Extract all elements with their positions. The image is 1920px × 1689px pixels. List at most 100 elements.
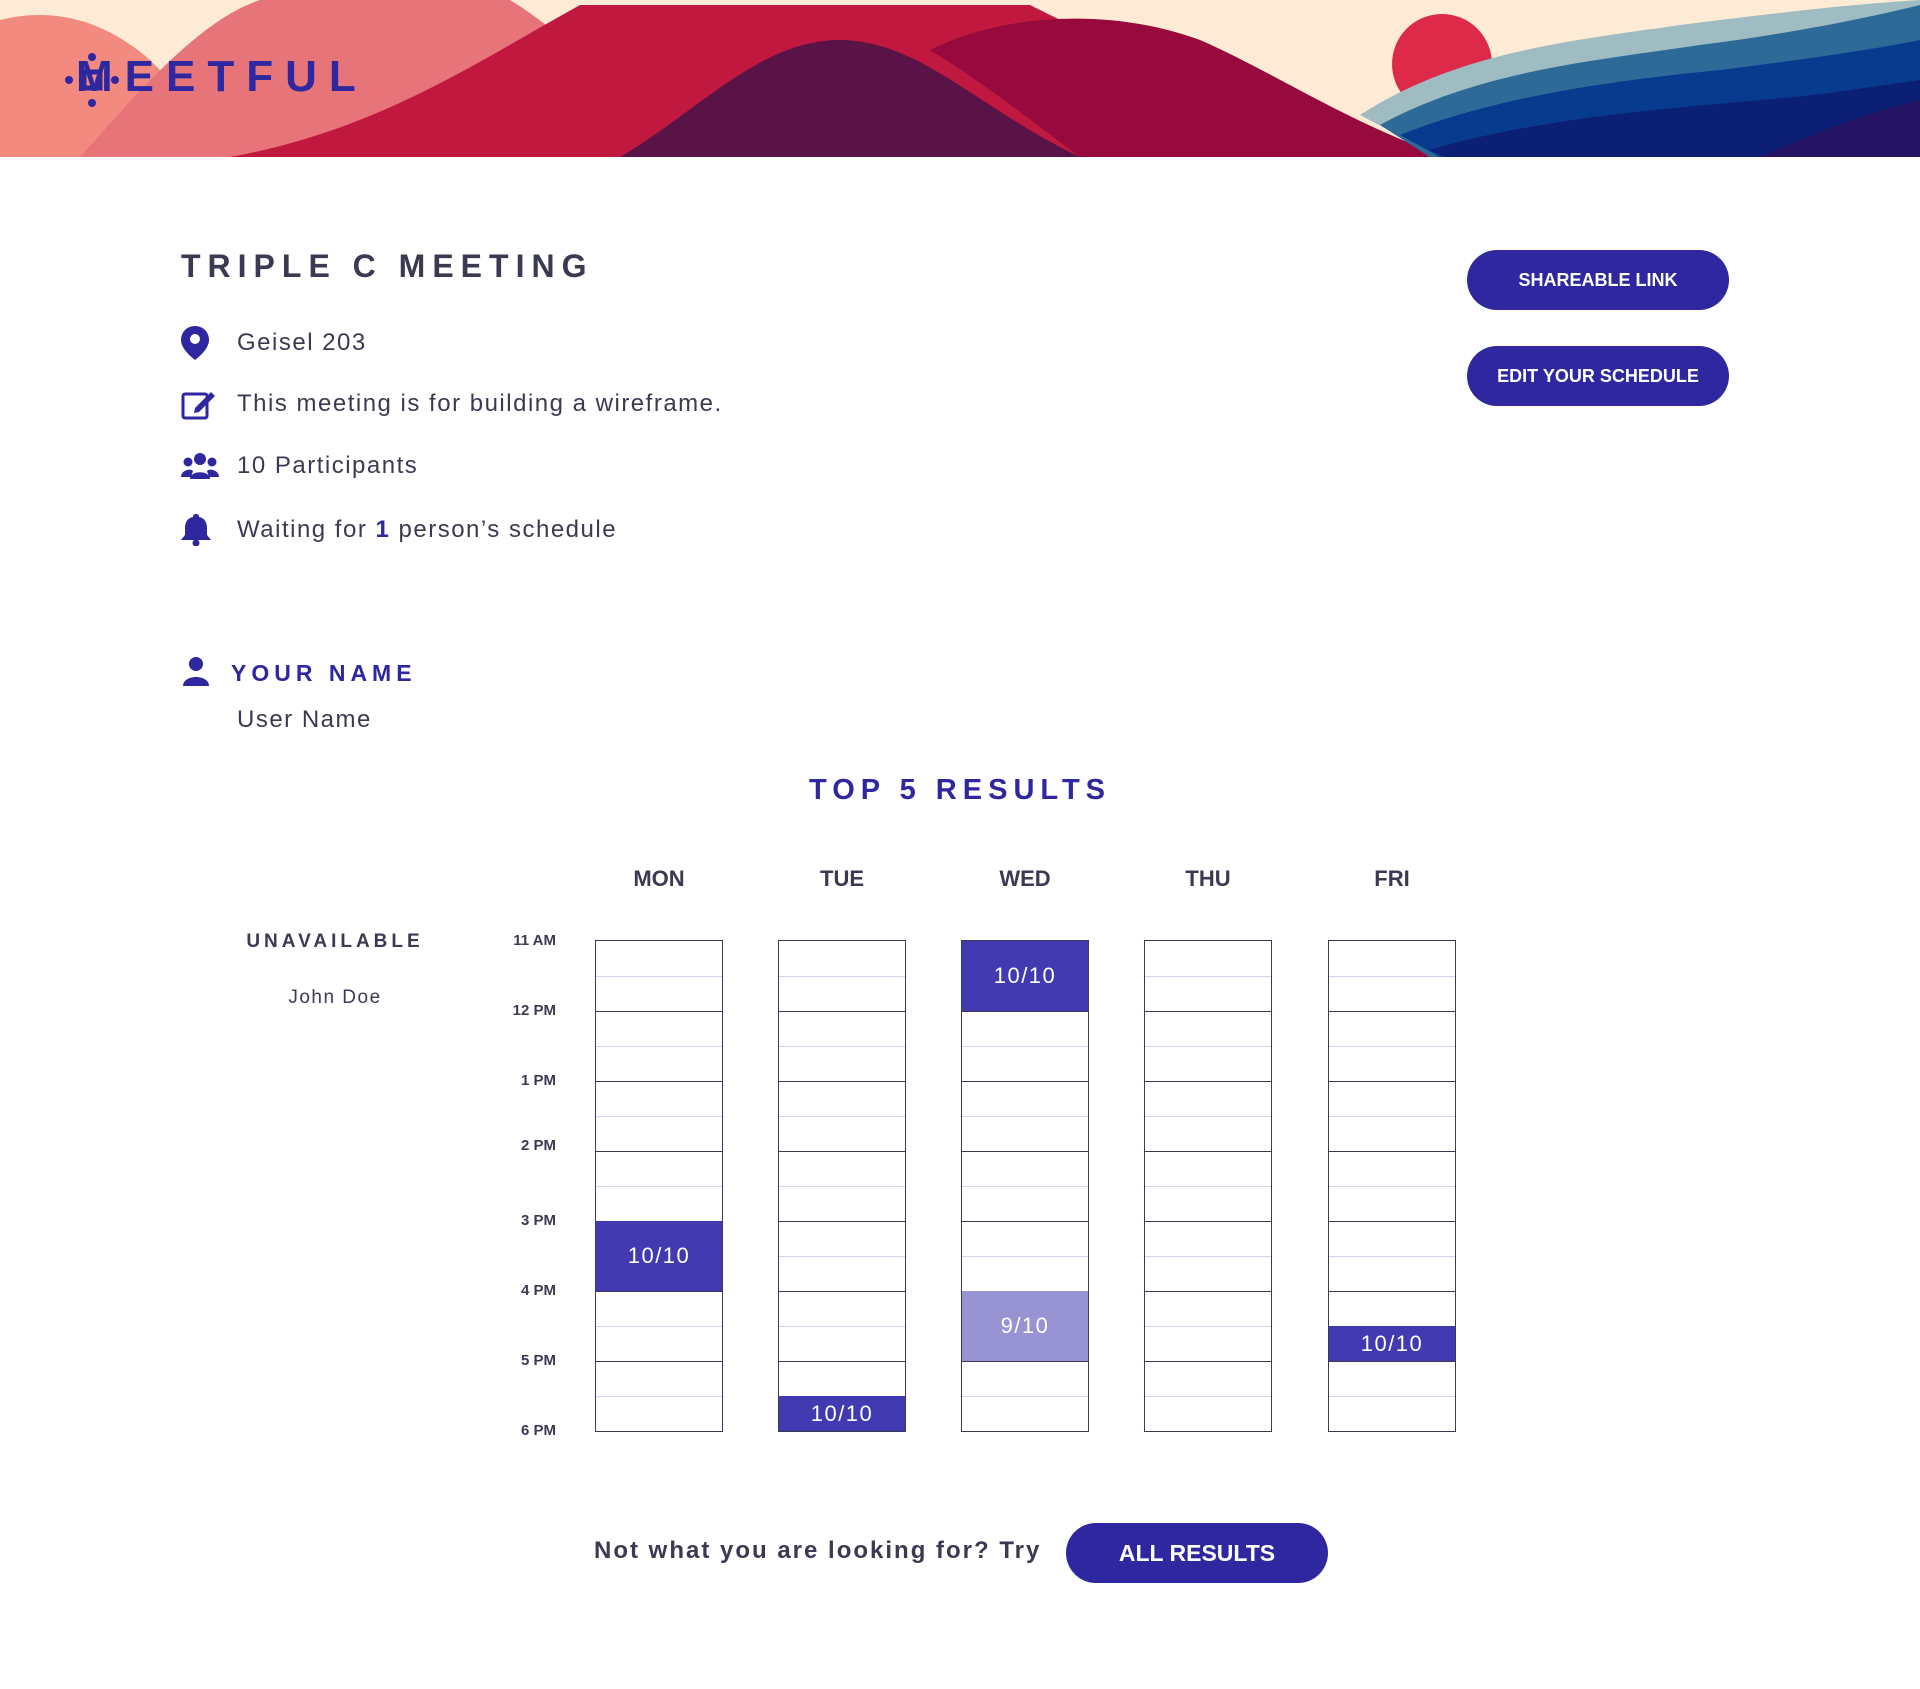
edit-schedule-button[interactable]: EDIT YOUR SCHEDULE — [1467, 346, 1729, 406]
day-column-thu[interactable] — [1144, 940, 1272, 1432]
shareable-link-button[interactable]: SHAREABLE LINK — [1467, 250, 1729, 310]
half-hour-divider — [1145, 1256, 1271, 1257]
location-pin-icon — [181, 326, 221, 360]
hour-divider — [1329, 1011, 1455, 1012]
half-hour-divider — [1145, 1046, 1271, 1047]
meetful-logo-icon — [65, 53, 119, 107]
hour-divider — [596, 1081, 722, 1082]
availability-slot[interactable]: 10/10 — [1329, 1326, 1455, 1361]
half-hour-divider — [1145, 1116, 1271, 1117]
hour-divider — [1145, 1361, 1271, 1362]
half-hour-divider — [1145, 1396, 1271, 1397]
day-label-tue: TUE — [820, 866, 864, 891]
availability-slot[interactable]: 9/10 — [962, 1291, 1088, 1361]
hour-divider — [1329, 1221, 1455, 1222]
hour-divider — [962, 1221, 1088, 1222]
waiting-count: 1 — [375, 516, 391, 543]
half-hour-divider — [596, 1116, 722, 1117]
meeting-location: Geisel 203 — [237, 329, 367, 356]
half-hour-divider — [1329, 1116, 1455, 1117]
half-hour-divider — [779, 1046, 905, 1047]
time-label: 5 PM — [520, 1352, 556, 1369]
waiting-row: Waiting for 1 person’s schedule — [181, 514, 617, 546]
hour-divider — [1329, 1151, 1455, 1152]
time-label: 11 AM — [513, 932, 556, 949]
half-hour-divider — [596, 1046, 722, 1047]
meeting-title: TRIPLE C MEETING — [181, 248, 594, 284]
hour-divider — [779, 1291, 905, 1292]
half-hour-divider — [1329, 1046, 1455, 1047]
participants-row: 10 Participants — [181, 452, 418, 480]
participant-count: 10 Participants — [237, 452, 419, 479]
waiting-prefix: Waiting for — [237, 516, 368, 543]
half-hour-divider — [779, 976, 905, 977]
hour-divider — [962, 1081, 1088, 1082]
unavailable-label: UNAVAILABLE — [246, 931, 424, 952]
half-hour-divider — [1145, 976, 1271, 977]
meeting-location-row: Geisel 203 — [181, 326, 367, 360]
day-column-mon[interactable]: 10/10 — [595, 940, 723, 1432]
user-name: User Name — [237, 706, 372, 733]
waiting-suffix: person’s schedule — [398, 516, 618, 543]
day-label-mon: MON — [633, 866, 685, 891]
half-hour-divider — [962, 1256, 1088, 1257]
meeting-description-row: This meeting is for building a wireframe… — [181, 388, 723, 420]
half-hour-divider — [1329, 1396, 1455, 1397]
hour-divider — [1329, 1081, 1455, 1082]
day-column-tue[interactable]: 10/10 — [778, 940, 906, 1432]
time-label: 4 PM — [520, 1282, 556, 1299]
your-name-label: YOUR NAME — [231, 660, 417, 686]
hour-divider — [1145, 1011, 1271, 1012]
hour-divider — [962, 1151, 1088, 1152]
hour-divider — [1145, 1081, 1271, 1082]
participants-icon — [181, 453, 221, 479]
availability-slot[interactable]: 10/10 — [596, 1221, 722, 1291]
hour-divider — [596, 1151, 722, 1152]
hour-divider — [596, 1361, 722, 1362]
hour-divider — [1145, 1221, 1271, 1222]
half-hour-divider — [1145, 1326, 1271, 1327]
availability-slot[interactable]: 10/10 — [779, 1396, 905, 1431]
availability-slot[interactable]: 10/10 — [962, 941, 1088, 1011]
hour-divider — [1145, 1151, 1271, 1152]
half-hour-divider — [779, 1326, 905, 1327]
user-icon — [181, 656, 211, 691]
day-column-wed[interactable]: 10/10 9/10 — [961, 940, 1089, 1432]
day-label-wed: WED — [999, 866, 1051, 891]
half-hour-divider — [962, 1396, 1088, 1397]
hour-divider — [1329, 1291, 1455, 1292]
time-label: 3 PM — [520, 1212, 556, 1229]
hour-divider — [1329, 1361, 1455, 1362]
half-hour-divider — [962, 1186, 1088, 1187]
time-label: 12 PM — [512, 1002, 556, 1019]
hour-divider — [596, 1011, 722, 1012]
day-label-fri: FRI — [1374, 866, 1410, 891]
edit-note-icon — [181, 388, 221, 420]
hour-divider — [779, 1081, 905, 1082]
waiting-status: Waiting for 1 person’s schedule — [237, 516, 617, 544]
hour-divider — [779, 1221, 905, 1222]
half-hour-divider — [779, 1256, 905, 1257]
hour-divider — [962, 1011, 1088, 1012]
hour-divider — [779, 1151, 905, 1152]
time-label: 2 PM — [520, 1137, 556, 1154]
brand-logo[interactable]: MEETFUL — [64, 52, 368, 107]
day-column-fri[interactable]: 10/10 — [1328, 940, 1456, 1432]
half-hour-divider — [1329, 1256, 1455, 1257]
hour-divider — [962, 1361, 1088, 1362]
half-hour-divider — [596, 1186, 722, 1187]
hour-divider — [779, 1361, 905, 1362]
footer-prompt: Not what you are looking for? Try — [594, 1537, 1042, 1564]
time-label: 1 PM — [520, 1072, 556, 1089]
half-hour-divider — [1145, 1186, 1271, 1187]
hour-divider — [779, 1011, 905, 1012]
day-label-thu: THU — [1185, 866, 1231, 891]
hour-divider — [1145, 1291, 1271, 1292]
half-hour-divider — [596, 1396, 722, 1397]
half-hour-divider — [1329, 1186, 1455, 1187]
half-hour-divider — [962, 1116, 1088, 1117]
header-banner: MEETFUL — [0, 0, 1920, 157]
unavailable-person: John Doe — [288, 987, 382, 1008]
half-hour-divider — [962, 1046, 1088, 1047]
all-results-button[interactable]: ALL RESULTS — [1066, 1523, 1328, 1583]
